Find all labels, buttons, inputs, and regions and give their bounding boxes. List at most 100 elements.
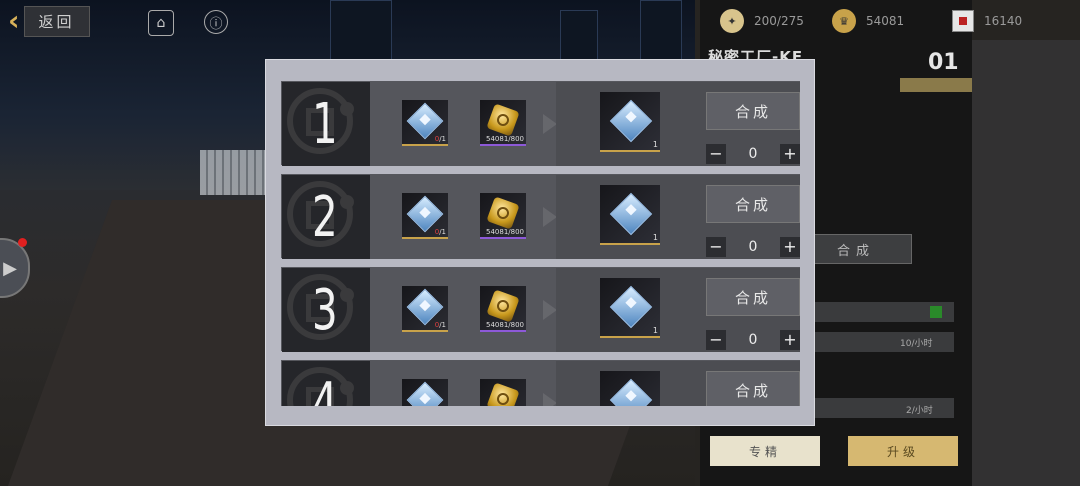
recipe-index-block: 1: [282, 82, 370, 166]
materials-area: 0/1 54081/800: [370, 268, 556, 352]
resource-flag: 16140: [952, 6, 1022, 36]
recipe-row: 4 合成: [281, 360, 800, 406]
recipe-row: 3 0/1 54081/800 1 合成 − 0 +: [281, 267, 800, 352]
back-button[interactable]: ‹ 返回: [8, 4, 126, 38]
quantity-stepper: − 0 +: [706, 330, 800, 350]
emblem-decoration: [340, 381, 354, 395]
currency-item[interactable]: [480, 379, 526, 406]
quantity-value: 0: [748, 146, 758, 162]
material-item[interactable]: 0/1: [402, 286, 448, 332]
material-need: /1: [439, 321, 446, 329]
resource-value: 16140: [984, 14, 1023, 28]
result-area: 1 合成 − 0 +: [556, 175, 800, 259]
result-item[interactable]: 1: [600, 92, 660, 152]
currency-count: 54081/800: [486, 321, 524, 329]
synthesize-button[interactable]: 合成: [706, 92, 800, 130]
synthesize-button[interactable]: 合成: [706, 371, 800, 406]
currency-count: 54081/800: [486, 135, 524, 143]
material-item[interactable]: [402, 379, 448, 406]
stamina-icon: ✦: [720, 9, 744, 33]
plus-button[interactable]: +: [780, 330, 800, 350]
gold-emblem-icon: [486, 289, 520, 323]
right-edge-backdrop: [972, 40, 1080, 486]
recipe-index: 1: [312, 92, 338, 157]
resource-gold: ♛ 54081: [832, 6, 904, 36]
home-icon[interactable]: ⌂: [148, 10, 174, 36]
emblem-decoration: [340, 195, 354, 209]
plus-button[interactable]: +: [780, 144, 800, 164]
currency-count: 54081/800: [486, 228, 524, 236]
result-count: 1: [652, 233, 658, 242]
crystal-icon: [406, 288, 444, 326]
material-item[interactable]: 0/1: [402, 100, 448, 146]
material-need: /1: [439, 228, 446, 236]
specialize-button[interactable]: 专精: [710, 436, 820, 466]
recipe-index: 2: [312, 185, 338, 250]
result-item[interactable]: 1: [600, 185, 660, 245]
crystal-icon: [406, 102, 444, 140]
recipe-index: 3: [312, 278, 338, 343]
gold-emblem-icon: [486, 103, 520, 137]
material-item[interactable]: 0/1: [402, 193, 448, 239]
panel-combine-button[interactable]: 合成: [800, 234, 912, 264]
level-badge: [900, 78, 972, 92]
quantity-stepper: − 0 +: [706, 237, 800, 257]
rate-text: 2/小时: [906, 406, 933, 416]
resource-value: 200/275: [754, 14, 804, 28]
material-need: /1: [439, 135, 446, 143]
info-icon[interactable]: ⓘ: [204, 10, 228, 34]
result-count: 1: [652, 140, 658, 149]
currency-item[interactable]: 54081/800: [480, 193, 526, 239]
recipe-index-block: 4: [282, 361, 370, 406]
notification-dot: [18, 238, 27, 247]
crystal-icon: [406, 381, 444, 406]
crystal-icon: [609, 99, 653, 143]
currency-item[interactable]: 54081/800: [480, 286, 526, 332]
crystal-icon: [609, 285, 653, 329]
quantity-stepper: − 0 +: [706, 144, 800, 164]
resource-value: 54081: [866, 14, 905, 28]
synthesize-button[interactable]: 合成: [706, 278, 800, 316]
flag-icon: [952, 10, 974, 32]
recipe-index-block: 3: [282, 268, 370, 352]
facility-level: 01: [928, 50, 959, 75]
recipe-index: 4: [312, 371, 338, 406]
result-area: 1 合成 − 0 +: [556, 268, 800, 352]
upgrade-button[interactable]: 升级: [848, 436, 958, 466]
result-count: 1: [652, 326, 658, 335]
crystal-icon: [406, 195, 444, 233]
quantity-value: 0: [748, 239, 758, 255]
resource-stamina: ✦ 200/275: [720, 6, 804, 36]
back-label: 返回: [23, 5, 90, 37]
result-item[interactable]: 1: [600, 278, 660, 338]
building-shape: [200, 150, 270, 195]
minus-button[interactable]: −: [706, 330, 726, 350]
minus-button[interactable]: −: [706, 144, 726, 164]
materials-area: 0/1 54081/800: [370, 175, 556, 259]
materials-area: 0/1 54081/800: [370, 82, 556, 166]
currency-item[interactable]: 54081/800: [480, 100, 526, 146]
emblem-decoration: [340, 102, 354, 116]
plus-button[interactable]: +: [780, 237, 800, 257]
result-area: 1 合成 − 0 +: [556, 82, 800, 166]
synthesis-modal: 1 0/1 54081/800 1 合成 − 0 + 2 0/1 54081/8…: [265, 59, 815, 426]
top-bar: ‹ 返回 ⌂ ⓘ: [0, 0, 700, 44]
emblem-decoration: [340, 288, 354, 302]
synthesize-button[interactable]: 合成: [706, 185, 800, 223]
minus-button[interactable]: −: [706, 237, 726, 257]
status-indicator: [930, 306, 942, 318]
recipe-index-block: 2: [282, 175, 370, 259]
result-item[interactable]: [600, 371, 660, 406]
chevron-left-icon: ‹: [8, 4, 20, 37]
crystal-icon: [609, 192, 653, 236]
recipe-row: 1 0/1 54081/800 1 合成 − 0 +: [281, 81, 800, 166]
gold-emblem-icon: ♛: [832, 9, 856, 33]
result-area: 合成: [556, 361, 800, 406]
gold-emblem-icon: [486, 196, 520, 230]
rate-text: 10/小时: [900, 339, 933, 349]
materials-area: [370, 361, 556, 406]
play-arrow-icon: ▶: [3, 257, 17, 279]
recipe-row: 2 0/1 54081/800 1 合成 − 0 +: [281, 174, 800, 259]
crystal-icon: [609, 378, 653, 406]
recipe-list[interactable]: 1 0/1 54081/800 1 合成 − 0 + 2 0/1 54081/8…: [281, 81, 800, 406]
